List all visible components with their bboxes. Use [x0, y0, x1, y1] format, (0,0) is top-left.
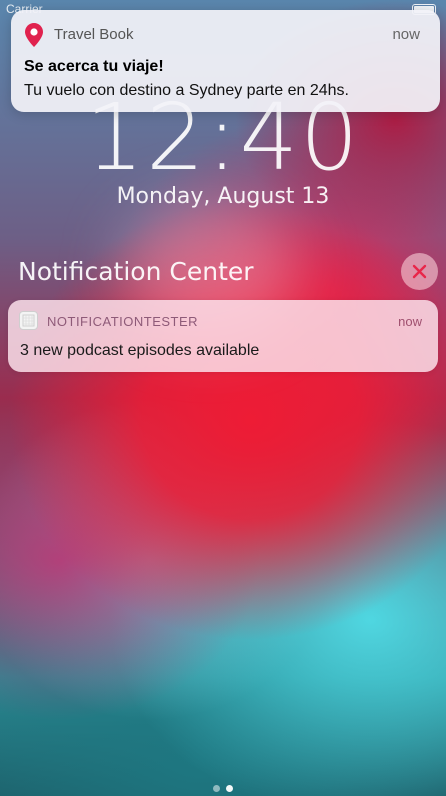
app-icon [19, 311, 38, 330]
page-indicator[interactable] [0, 785, 446, 792]
notification-app-name: NOTIFICATIONTESTER [47, 314, 199, 329]
page-dot-2 [226, 785, 233, 792]
notification-time: now [398, 314, 422, 329]
notification-card[interactable]: NOTIFICATIONTESTER now 3 new podcast epi… [8, 300, 438, 372]
page-dot-1 [213, 785, 220, 792]
lock-screen: Carrier 12:40 Monday, August 13 Travel B… [0, 0, 446, 796]
notification-body: 3 new podcast episodes available [20, 342, 260, 359]
notification-center-title: Notification Center [18, 257, 254, 286]
banner-app-name: Travel Book [54, 26, 134, 43]
close-icon [412, 264, 427, 279]
banner-body: Tu vuelo con destino a Sydney parte en 2… [24, 82, 349, 99]
banner-time: now [392, 26, 420, 43]
lock-screen-date: Monday, August 13 [116, 184, 330, 209]
map-pin-icon [25, 23, 43, 47]
clear-notifications-button[interactable] [401, 253, 438, 290]
notification-banner[interactable]: Travel Book now Se acerca tu viaje! Tu v… [11, 10, 440, 112]
banner-title: Se acerca tu viaje! [24, 58, 164, 75]
